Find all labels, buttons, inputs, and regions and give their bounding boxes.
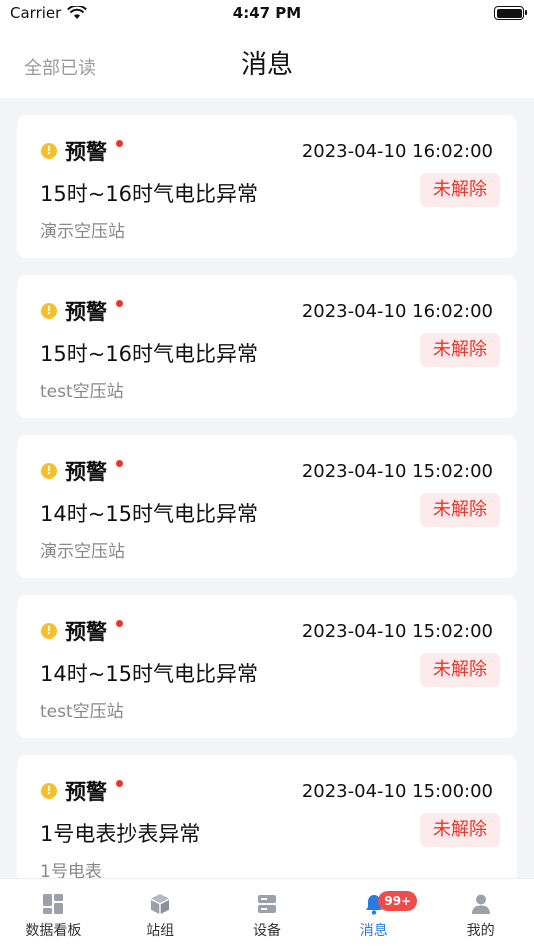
unread-dot xyxy=(116,140,123,147)
message-source: 演示空压站 xyxy=(40,222,125,242)
unread-dot xyxy=(116,300,123,307)
message-time: 2023-04-10 15:02:00 xyxy=(301,621,493,642)
message-source: 1号电表 xyxy=(40,862,102,878)
warning-icon: ! xyxy=(41,783,57,799)
message-level: 预警 xyxy=(65,460,107,484)
status-badge: 未解除 xyxy=(420,653,500,687)
status-bar: Carrier 4:47 PM xyxy=(0,0,534,28)
unread-dot xyxy=(116,780,123,787)
message-level: 预警 xyxy=(65,780,107,804)
message-card[interactable]: ! 预警 2023-04-10 16:02:00 15时~16时气电比异常 演示… xyxy=(17,115,517,258)
tab-profile[interactable]: 我的 xyxy=(427,879,534,950)
status-badge: 未解除 xyxy=(420,813,500,847)
message-title: 14时~15时气电比异常 xyxy=(40,502,259,526)
message-source: test空压站 xyxy=(40,702,124,722)
message-time: 2023-04-10 15:00:00 xyxy=(301,781,493,802)
tab-label: 消息 xyxy=(359,923,388,939)
battery-icon xyxy=(494,6,527,20)
message-list[interactable]: ! 预警 2023-04-10 16:02:00 15时~16时气电比异常 演示… xyxy=(0,98,534,878)
message-time: 2023-04-10 16:02:00 xyxy=(301,301,493,322)
unread-dot xyxy=(116,460,123,467)
server-icon xyxy=(257,895,276,913)
message-title: 14时~15时气电比异常 xyxy=(40,662,259,686)
warning-icon: ! xyxy=(41,463,57,479)
message-title: 1号电表抄表异常 xyxy=(40,822,201,846)
status-badge: 未解除 xyxy=(420,333,500,367)
message-time: 2023-04-10 15:02:00 xyxy=(301,461,493,482)
tab-dashboard[interactable]: 数据看板 xyxy=(0,879,107,950)
message-level: 预警 xyxy=(65,620,107,644)
clock: 4:47 PM xyxy=(232,4,302,22)
tab-bar: 数据看板 站组 设备 99+ 消息 我的 xyxy=(0,878,534,950)
message-source: 演示空压站 xyxy=(40,542,125,562)
status-badge: 未解除 xyxy=(420,173,500,207)
cube-icon xyxy=(151,894,170,914)
tab-label: 我的 xyxy=(466,923,495,939)
page-title: 消息 xyxy=(240,50,293,80)
message-title: 15时~16时气电比异常 xyxy=(40,342,259,366)
message-source: test空压站 xyxy=(40,382,124,402)
tab-label: 数据看板 xyxy=(25,923,82,939)
message-card[interactable]: ! 预警 2023-04-10 15:02:00 14时~15时气电比异常 te… xyxy=(17,595,517,738)
message-card[interactable]: ! 预警 2023-04-10 16:02:00 15时~16时气电比异常 te… xyxy=(17,275,517,418)
message-card[interactable]: ! 预警 2023-04-10 15:00:00 1号电表抄表异常 1号电表 未… xyxy=(17,755,517,878)
status-badge: 未解除 xyxy=(420,493,500,527)
tab-label: 设备 xyxy=(252,923,281,939)
message-title: 15时~16时气电比异常 xyxy=(40,182,259,206)
message-card[interactable]: ! 预警 2023-04-10 15:02:00 14时~15时气电比异常 演示… xyxy=(17,435,517,578)
message-time: 2023-04-10 16:02:00 xyxy=(301,141,493,162)
warning-icon: ! xyxy=(41,623,57,639)
dashboard-icon xyxy=(43,894,64,914)
tab-stations[interactable]: 站组 xyxy=(107,879,214,950)
unread-dot xyxy=(116,620,123,627)
message-level: 预警 xyxy=(65,140,107,164)
tab-label: 站组 xyxy=(146,923,175,939)
message-level: 预警 xyxy=(65,300,107,324)
warning-icon: ! xyxy=(41,143,57,159)
tab-devices[interactable]: 设备 xyxy=(214,879,321,950)
tab-messages[interactable]: 99+ 消息 xyxy=(320,879,427,950)
nav-bar: 全部已读 消息 xyxy=(0,28,534,98)
user-icon xyxy=(471,894,490,914)
unread-count-badge: 99+ xyxy=(378,891,418,911)
warning-icon: ! xyxy=(41,303,57,319)
